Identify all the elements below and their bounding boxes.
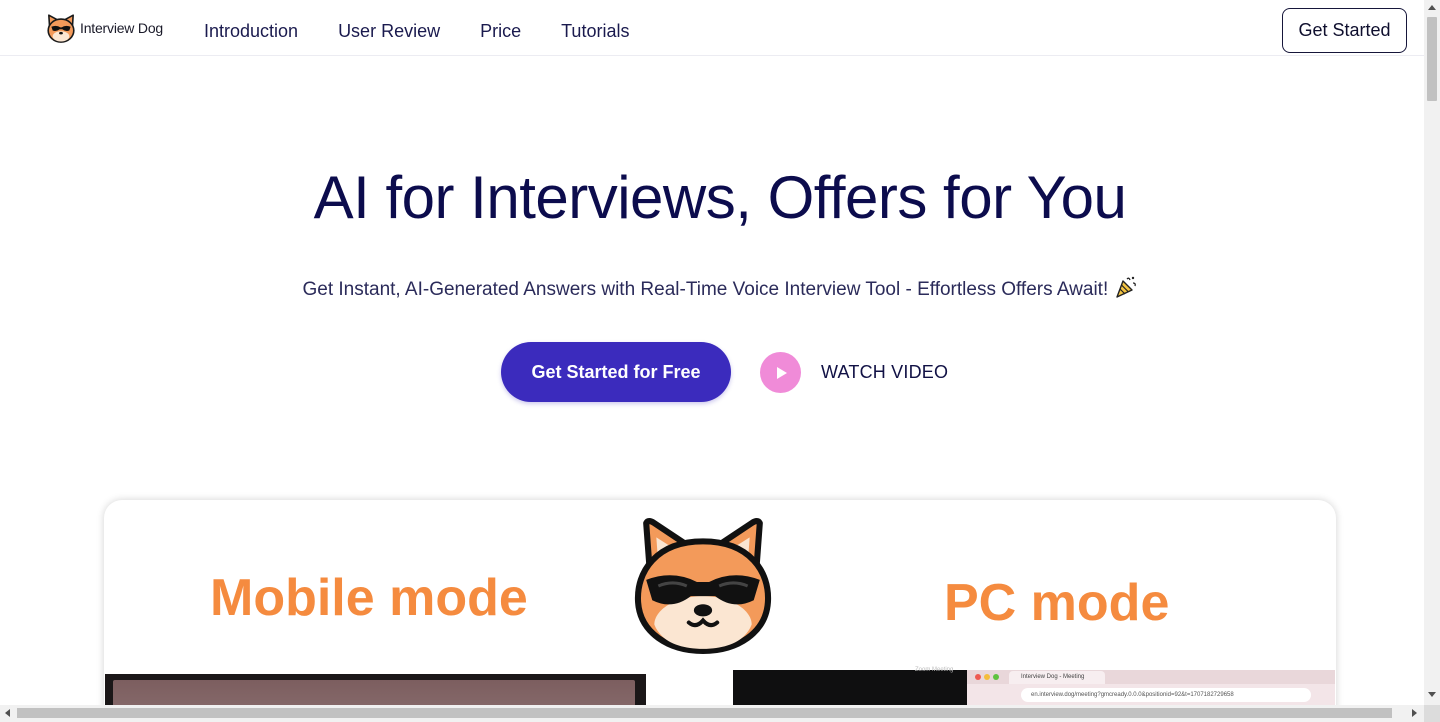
hero-title: AI for Interviews, Offers for You xyxy=(313,164,1127,231)
scroll-right-arrow-icon[interactable] xyxy=(1412,709,1417,717)
nav-price[interactable]: Price xyxy=(480,19,521,43)
logo-link[interactable]: Interview Dog xyxy=(45,12,163,44)
shiba-dog-sunglasses-icon xyxy=(47,14,75,43)
scroll-down-arrow-icon[interactable] xyxy=(1428,692,1436,697)
vertical-scrollbar[interactable] xyxy=(1424,0,1440,722)
scroll-left-arrow-icon[interactable] xyxy=(5,709,10,717)
mobile-mode-title: Mobile mode xyxy=(210,569,528,627)
play-icon xyxy=(760,352,801,393)
shiba-dog-mascot-icon xyxy=(635,518,771,654)
nav-introduction[interactable]: Introduction xyxy=(204,19,298,43)
get-started-for-free-button[interactable]: Get Started for Free xyxy=(501,342,731,402)
nav-user-review[interactable]: User Review xyxy=(338,19,440,43)
mode-showcase-card: Mobile mode PC mode Zoom Meeting Intervi… xyxy=(104,500,1336,722)
nav-tutorials[interactable]: Tutorials xyxy=(561,19,629,43)
main-nav: Introduction User Review Price Tutorials xyxy=(204,19,669,43)
pc-browser-url: en.interview.dog/meeting?gmcready.0.0.0&… xyxy=(1021,688,1311,702)
watch-video-link[interactable]: WATCH VIDEO xyxy=(760,352,948,393)
top-navigation-bar: Interview Dog Introduction User Review P… xyxy=(0,0,1424,56)
hero-subtitle-text: Get Instant, AI-Generated Answers with R… xyxy=(302,279,1109,300)
watch-video-label: WATCH VIDEO xyxy=(821,362,949,382)
pc-screenshot-caption: Zoom Meeting xyxy=(915,667,954,673)
pc-browser-tab: Interview Dog - Meeting xyxy=(1009,671,1105,684)
logo-text: Interview Dog xyxy=(80,20,163,36)
horizontal-scroll-thumb[interactable] xyxy=(17,708,1392,718)
party-popper-icon xyxy=(1115,276,1136,298)
vertical-scroll-thumb[interactable] xyxy=(1427,17,1437,101)
get-started-button[interactable]: Get Started xyxy=(1282,8,1407,53)
pc-mode-title: PC mode xyxy=(944,574,1170,632)
horizontal-scrollbar[interactable] xyxy=(0,705,1424,722)
scroll-up-arrow-icon[interactable] xyxy=(1428,5,1436,10)
scrollbar-corner xyxy=(1424,705,1440,722)
hero-subtitle: Get Instant, AI-Generated Answers with R… xyxy=(0,275,1440,301)
